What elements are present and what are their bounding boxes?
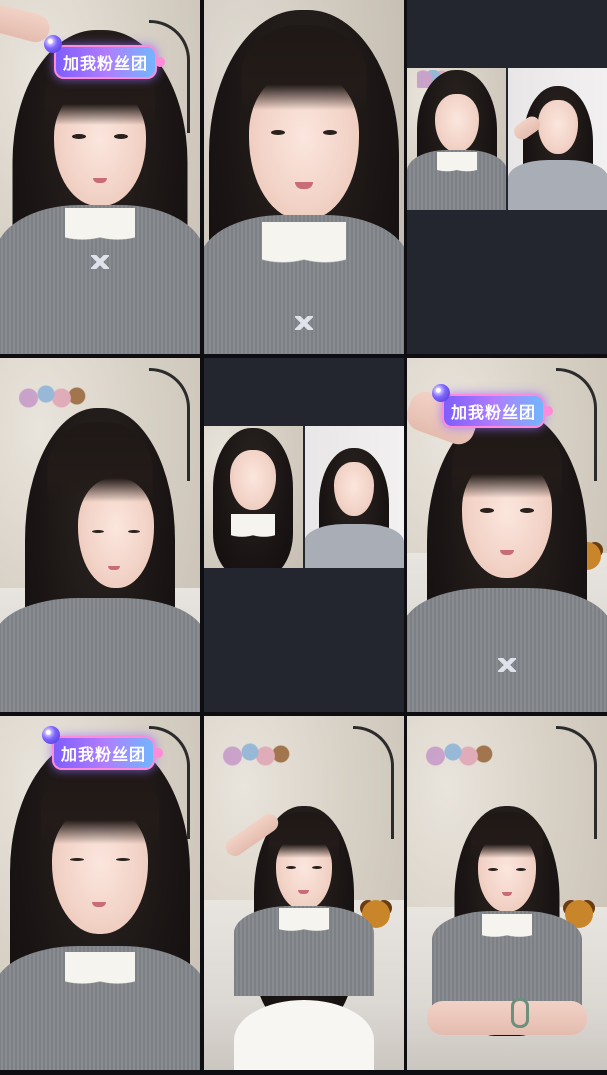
stream-tile-4[interactable] [0, 358, 200, 712]
fan-club-badge[interactable]: 加我粉丝团 [42, 726, 164, 770]
video-grid: 加我粉丝团 加我粉丝团 加我粉丝团 [0, 0, 607, 1075]
fan-club-badge[interactable]: 加我粉丝团 [44, 35, 166, 79]
disco-ball-icon [42, 726, 60, 744]
sparkle-icon [543, 406, 554, 416]
lamp [352, 726, 394, 839]
fan-club-badge-label: 加我粉丝团 [61, 745, 147, 764]
collar [261, 222, 346, 268]
right-video [304, 426, 404, 568]
bangs [41, 764, 159, 844]
stream-tile-2[interactable] [203, 0, 404, 354]
bangs [268, 812, 339, 858]
stream-tile-3[interactable] [407, 0, 607, 354]
bangs [471, 812, 543, 858]
bracelet [511, 998, 529, 1028]
stream-tile-8[interactable] [203, 716, 404, 1070]
wall-decor [425, 734, 495, 774]
fan-club-badge[interactable]: 加我粉丝团 [432, 384, 554, 428]
bow [498, 658, 516, 672]
collar [65, 208, 135, 244]
cardigan [0, 598, 200, 712]
sparkle-icon [155, 57, 166, 67]
collar [65, 952, 135, 988]
white-pillow [233, 1000, 374, 1070]
bow [91, 255, 109, 269]
left-video [407, 68, 506, 210]
bangs [241, 25, 366, 110]
left-video [203, 426, 303, 568]
stream-tile-9[interactable] [407, 716, 607, 1070]
disco-ball-icon [432, 384, 450, 402]
collar [482, 914, 532, 940]
wall-decor [18, 376, 88, 416]
bangs [47, 422, 153, 502]
disco-ball-icon [44, 35, 62, 53]
dual-video [203, 426, 404, 568]
stream-tile-1[interactable]: 加我粉丝团 [0, 0, 200, 354]
crossed-arms [427, 1001, 587, 1035]
stream-tile-5[interactable] [203, 358, 404, 712]
stream-tile-6[interactable]: 加我粉丝团 [407, 358, 607, 712]
fan-club-badge-label: 加我粉丝团 [451, 403, 537, 422]
dual-video [407, 68, 607, 210]
stream-tile-7[interactable]: 加我粉丝团 [0, 716, 200, 1070]
wall-decor [221, 734, 292, 774]
collar [278, 908, 329, 934]
bow [294, 316, 313, 330]
cardigan [407, 588, 607, 712]
right-video [508, 68, 607, 210]
fan-club-badge-label: 加我粉丝团 [63, 54, 149, 73]
sparkle-icon [153, 748, 164, 758]
